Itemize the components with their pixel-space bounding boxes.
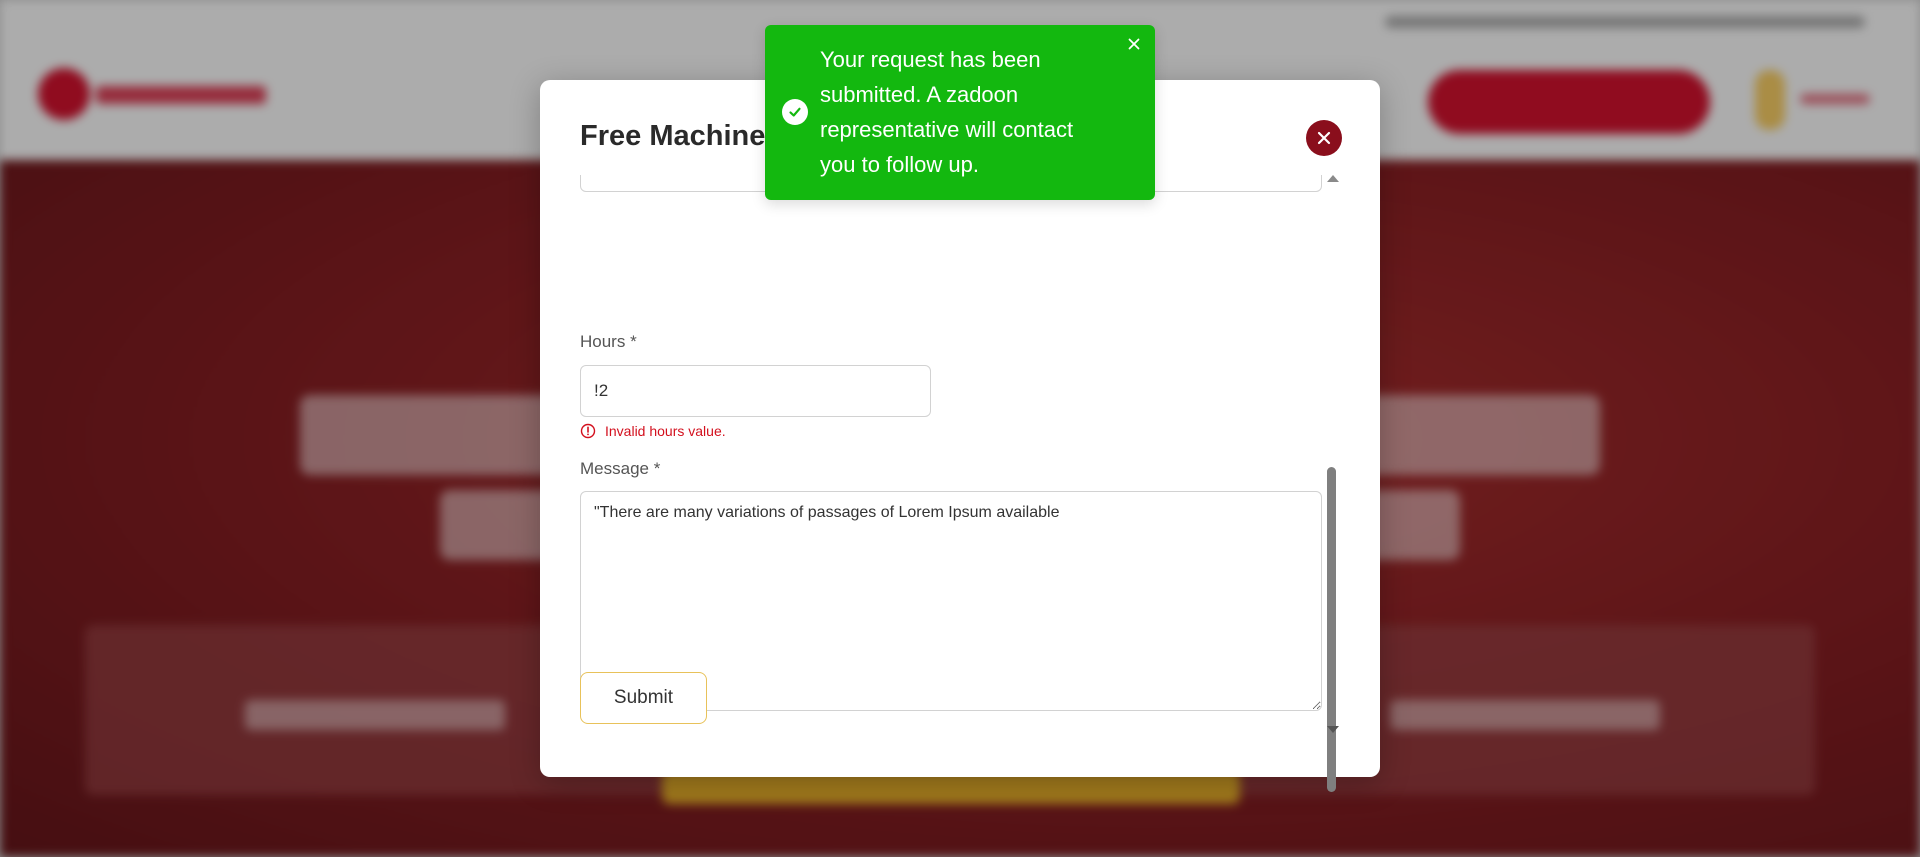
modal-scrollbar[interactable] bbox=[1324, 175, 1340, 792]
close-modal-button[interactable] bbox=[1306, 120, 1342, 156]
hours-label: Hours * bbox=[580, 332, 637, 351]
scroll-thumb[interactable] bbox=[1327, 467, 1336, 792]
toast-message: Your request has been submitted. A zadoo… bbox=[820, 47, 1074, 177]
form-scroll-area: Hours * Invalid hours value. Message * "… bbox=[540, 175, 1340, 740]
hours-error-text: Invalid hours value. bbox=[605, 423, 726, 439]
submit-button[interactable]: Submit bbox=[580, 672, 707, 724]
hours-field[interactable] bbox=[580, 365, 931, 417]
hours-error: Invalid hours value. bbox=[580, 423, 726, 439]
error-icon bbox=[580, 423, 596, 439]
message-label: Message * bbox=[580, 459, 661, 478]
success-toast: Your request has been submitted. A zadoo… bbox=[765, 25, 1155, 200]
scroll-up-icon[interactable] bbox=[1327, 175, 1339, 182]
modal-title: Free Machine bbox=[580, 120, 766, 152]
close-icon bbox=[1317, 131, 1331, 145]
check-icon bbox=[782, 99, 808, 125]
scroll-down-icon[interactable] bbox=[1327, 726, 1339, 733]
toast-close-icon[interactable] bbox=[1125, 35, 1143, 53]
